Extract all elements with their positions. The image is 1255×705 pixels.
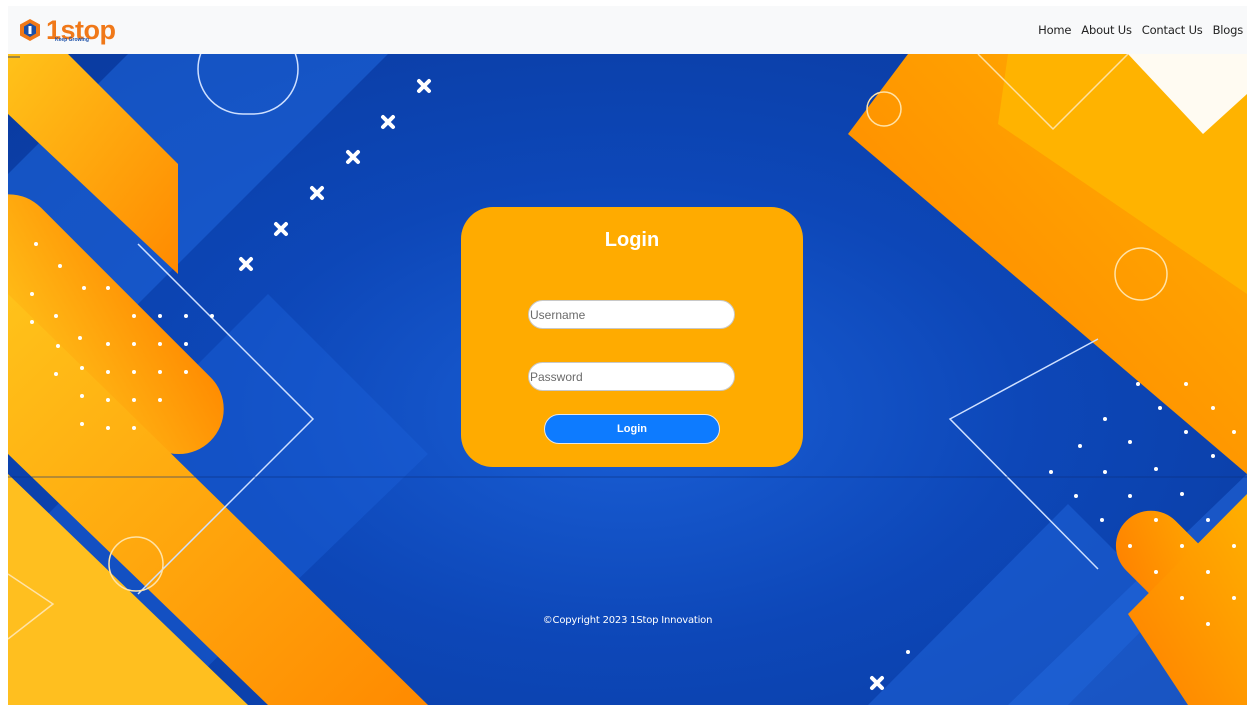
nav-link-home[interactable]: Home [1038,23,1071,37]
brand-logo-link[interactable]: 1stop Keep Growing [18,10,116,50]
nav-links: Home About Us Contact Us Blogs [1038,23,1243,37]
username-input[interactable] [528,300,735,329]
password-input[interactable] [528,362,735,391]
brand-tagline: Keep Growing [55,37,89,43]
nav-link-about-us[interactable]: About Us [1081,23,1132,37]
brand-name: 1stop [46,15,116,45]
nav-link-contact-us[interactable]: Contact Us [1142,23,1203,37]
login-card: Login Login [461,207,803,467]
login-button[interactable]: Login [544,414,720,444]
login-title: Login [604,229,660,251]
brand-wordmark: 1stop Keep Growing [46,10,116,50]
nav-link-blogs[interactable]: Blogs [1213,23,1244,37]
hexagon-logo-icon [20,19,40,41]
hero-background: Login Login [8,54,1247,705]
page: 1stop Keep Growing Home About Us Contact… [8,6,1247,705]
footer-copyright: ©Copyright 2023 1Stop Innovation [542,615,713,626]
navbar: 1stop Keep Growing Home About Us Contact… [8,6,1247,54]
